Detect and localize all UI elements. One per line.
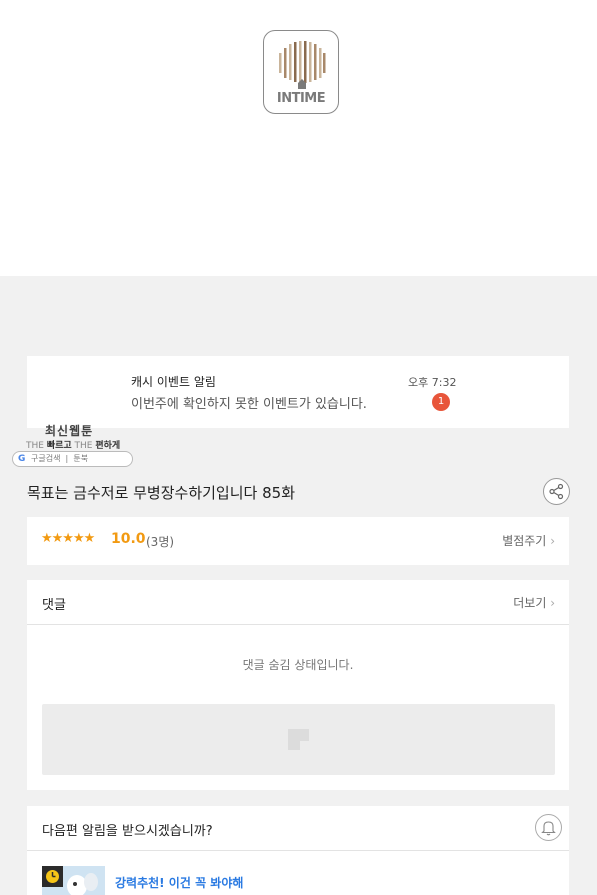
thumbnail-illustration [67,873,98,895]
google-icon: G [18,454,26,464]
notification-time: 오후 7:32 [408,376,457,389]
rate-button-label: 별점주기 [502,534,547,548]
watermark-sub-bold-2: 편하게 [95,441,121,451]
ad-placeholder[interactable] [42,704,555,775]
share-icon [549,483,564,500]
episode-title: 목표는 금수저로 무병장수하기입니다 85화 [27,484,295,502]
watermark-sub-prefix-2: THE [74,441,93,451]
recommend-thumbnail[interactable] [42,866,105,895]
comments-title: 댓글 [42,598,66,613]
comments-more-label: 더보기 [513,596,547,610]
logo-bars-icon [279,41,326,89]
site-watermark: 최신웹툰 THE 빠르고 THE 편하게 G 구글검색 | 툰북 [12,420,134,468]
watermark-search-pill: G 구글검색 | 툰북 [12,451,133,467]
notify-bell-button[interactable] [535,814,562,841]
ad-placeholder-icon [288,729,309,750]
comments-more-button[interactable]: 더보기 › [513,594,555,611]
notification-title: 캐시 이벤트 알림 [131,375,216,389]
notification-card[interactable]: 캐시 이벤트 알림 이번주에 확인하지 못한 이벤트가 있습니다. 오후 7:3… [27,356,569,428]
chevron-right-icon: › [550,596,555,610]
notification-badge: 1 [432,393,450,411]
watermark-sub-prefix-1: THE [26,441,44,451]
watermark-search-label: 구글검색 [31,454,61,463]
next-episode-header: 다음편 알림을 받으시겠습니까? [27,806,569,851]
chevron-right-icon: › [550,534,555,548]
watermark-site: 툰북 [73,454,89,463]
rating-stars: ★★★★★ [41,531,95,546]
bell-icon [541,821,556,836]
watermark-sub-bold-1: 빠르고 [46,441,72,451]
recommend-link[interactable]: 강력추천! 이건 꼭 봐야해 [115,874,243,891]
top-banner-area: INTIME [0,0,597,276]
rating-count: (3명) [146,535,175,549]
comments-card: 댓글 더보기 › 댓글 숨김 상태입니다. [27,580,569,790]
rating-card: ★★★★★ 10.0 (3명) 별점주기 › [27,517,569,565]
watermark-title: 최신웹툰 [45,424,94,438]
watermark-subtitle: THE 빠르고 THE 편하게 [26,438,120,451]
notification-message: 이번주에 확인하지 못한 이벤트가 있습니다. [131,397,367,412]
comments-header: 댓글 더보기 › [27,580,569,625]
next-episode-card: 다음편 알림을 받으시겠습니까? 강력추천! 이건 꼭 봐야해 [27,806,569,895]
clock-icon [42,866,63,887]
rate-button[interactable]: 별점주기 › [502,532,555,549]
comments-hidden-message: 댓글 숨김 상태입니다. [242,658,354,672]
next-episode-title: 다음편 알림을 받으시겠습니까? [42,824,213,839]
rating-score: 10.0 [111,531,146,547]
intime-logo: INTIME [263,30,339,114]
share-button[interactable] [543,478,570,505]
logo-text: INTIME [276,91,326,106]
